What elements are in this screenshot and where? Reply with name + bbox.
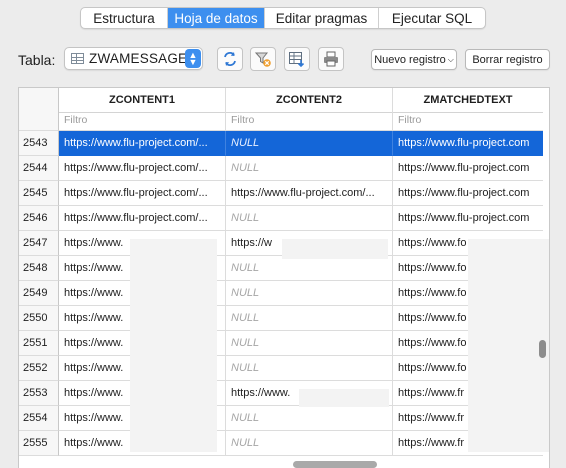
cell-zcontent2[interactable]: NULL — [226, 156, 393, 181]
cell-zcontent1[interactable]: https://www.flu-project.com/... — [59, 206, 226, 231]
filter-row: Filtro Filtro Filtro — [19, 109, 549, 131]
redacted-area — [282, 239, 388, 259]
new-record-label: Nuevo registro — [374, 53, 446, 66]
data-grid: ZCONTENT1 ZCONTENT2 ZMATCHEDTEXT Filtro … — [18, 87, 550, 468]
redacted-area — [130, 239, 217, 452]
table-row[interactable]: 2543 https://www.flu-project.com/... NULL h… — [19, 131, 549, 156]
print-button[interactable] — [318, 47, 344, 71]
toolbar: Tabla: ZWAMESSAGE ▲ ▼ Nuevo registro ⌵ B… — [0, 45, 566, 75]
tab-ejecutar-sql[interactable]: Ejecutar SQL — [379, 8, 485, 28]
row-number: 2555 — [19, 431, 59, 456]
row-number: 2547 — [19, 231, 59, 256]
row-number: 2546 — [19, 206, 59, 231]
clear-filters-button[interactable] — [250, 47, 276, 71]
row-number: 2544 — [19, 156, 59, 181]
filter-input-zcontent1[interactable]: Filtro — [59, 109, 226, 131]
cell-zcontent1[interactable]: https://www.flu-project.com/... — [59, 156, 226, 181]
new-record-button[interactable]: Nuevo registro ⌵ — [371, 49, 457, 70]
cell-zmatchedtext[interactable]: https://www.flu-project.com — [393, 181, 543, 206]
clear-filters-icon — [254, 52, 271, 67]
cell-zcontent2[interactable]: https://www.flu-project.com/... — [226, 181, 393, 206]
table-name: ZWAMESSAGE — [89, 51, 185, 66]
row-number: 2543 — [19, 131, 59, 156]
cell-zcontent1[interactable]: https://www.flu-project.com/... — [59, 181, 226, 206]
filter-input-zmatchedtext[interactable]: Filtro — [393, 109, 543, 131]
row-number: 2553 — [19, 381, 59, 406]
chevron-down-icon: ⌵ — [447, 54, 454, 64]
table-select[interactable]: ZWAMESSAGE ▲ ▼ — [64, 47, 203, 70]
redacted-area — [468, 239, 549, 452]
row-number: 2550 — [19, 306, 59, 331]
tab-hoja-de-datos[interactable]: Hoja de datos — [168, 8, 265, 28]
cell-zcontent1[interactable]: https://www.flu-project.com/... — [59, 131, 226, 156]
tab-estructura[interactable]: Estructura — [81, 8, 168, 28]
tab-editar-pragmas[interactable]: Editar pragmas — [265, 8, 379, 28]
row-number: 2549 — [19, 281, 59, 306]
cell-zcontent2[interactable]: NULL — [226, 206, 393, 231]
refresh-button[interactable] — [217, 47, 243, 71]
print-icon — [324, 51, 338, 67]
view-tabs: Estructura Hoja de datos Editar pragmas … — [80, 7, 486, 29]
table-row[interactable]: 2546 https://www.flu-project.com/... NULL h… — [19, 206, 549, 231]
table-icon — [71, 53, 84, 64]
chevron-updown-icon: ▲ ▼ — [185, 49, 201, 68]
cell-zcontent2[interactable]: NULL — [226, 256, 393, 281]
redacted-area — [299, 389, 389, 407]
row-number: 2551 — [19, 331, 59, 356]
filter-input-zcontent2[interactable]: Filtro — [226, 109, 393, 131]
table-row[interactable]: 2544 https://www.flu-project.com/... NULL h… — [19, 156, 549, 181]
refresh-icon — [224, 52, 236, 66]
cell-zmatchedtext[interactable]: https://www.flu-project.com — [393, 206, 543, 231]
cell-zcontent2[interactable]: NULL — [226, 131, 393, 156]
cell-zcontent2[interactable]: NULL — [226, 431, 393, 456]
row-number: 2552 — [19, 356, 59, 381]
table-label: Tabla: — [18, 52, 56, 68]
cell-zcontent2[interactable]: NULL — [226, 331, 393, 356]
filter-row-spacer — [19, 109, 59, 131]
cell-zcontent2[interactable]: NULL — [226, 306, 393, 331]
cell-zmatchedtext[interactable]: https://www.flu-project.com — [393, 156, 543, 181]
row-number: 2548 — [19, 256, 59, 281]
vertical-scrollbar[interactable] — [539, 340, 546, 358]
row-number: 2545 — [19, 181, 59, 206]
horizontal-scrollbar[interactable] — [293, 461, 377, 468]
delete-record-button[interactable]: Borrar registro — [465, 49, 550, 70]
save-table-button[interactable] — [284, 47, 310, 71]
save-table-icon — [289, 52, 305, 68]
cell-zcontent2[interactable]: NULL — [226, 356, 393, 381]
cell-zcontent2[interactable]: NULL — [226, 406, 393, 431]
row-number: 2554 — [19, 406, 59, 431]
cell-zmatchedtext[interactable]: https://www.flu-project.com — [393, 131, 543, 156]
table-row[interactable]: 2545 https://www.flu-project.com/... https… — [19, 181, 549, 206]
cell-zcontent2[interactable]: NULL — [226, 281, 393, 306]
